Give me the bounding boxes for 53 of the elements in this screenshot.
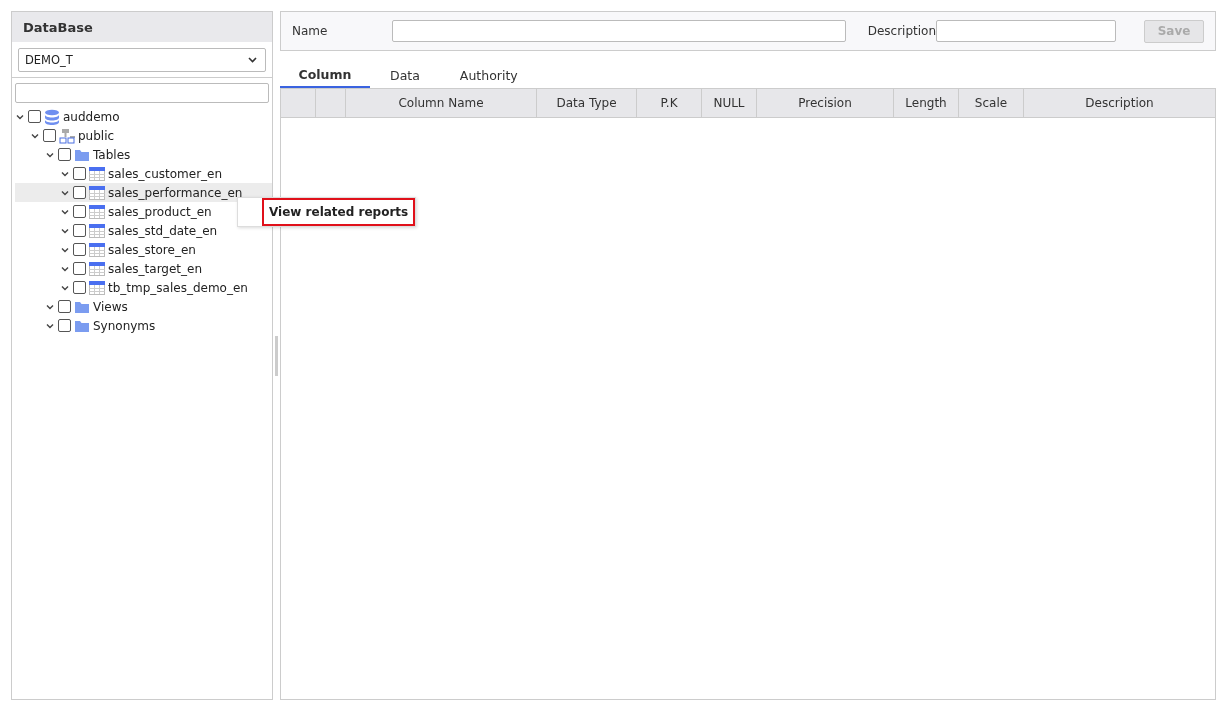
table-icon xyxy=(89,279,105,296)
tree-item-label[interactable]: sales_store_en xyxy=(106,242,196,257)
tab[interactable]: Authority xyxy=(439,63,538,88)
tree-item-label[interactable]: tb_tmp_sales_demo_en xyxy=(106,280,248,295)
column-header[interactable]: NULL xyxy=(702,89,757,117)
column-header[interactable]: Scale xyxy=(959,89,1024,117)
checkbox[interactable] xyxy=(58,148,71,161)
tree-row-highlight[interactable]: sales_performance_en xyxy=(15,183,272,202)
checkbox[interactable] xyxy=(73,167,86,180)
table-icon xyxy=(89,260,105,277)
menu-item[interactable]: View related reports xyxy=(262,198,416,226)
tree-item-label[interactable]: sales_customer_en xyxy=(106,166,223,181)
table-icon xyxy=(89,165,105,182)
checkbox[interactable] xyxy=(28,110,41,123)
table-icon xyxy=(89,203,105,220)
checkbox[interactable] xyxy=(58,300,71,313)
checkbox[interactable] xyxy=(73,281,86,294)
description-field[interactable] xyxy=(936,20,1116,42)
checkbox[interactable] xyxy=(58,319,71,332)
tree-item-label[interactable]: sales_product_en xyxy=(106,204,212,219)
column-header[interactable]: Precision xyxy=(757,89,894,117)
column-header[interactable]: Data Type xyxy=(537,89,637,117)
checkbox[interactable] xyxy=(73,262,86,275)
tree-item-label[interactable]: sales_performance_en xyxy=(106,185,243,200)
column-header[interactable]: P.K xyxy=(637,89,702,117)
chevron-down-icon xyxy=(248,57,257,63)
hierarchy-icon xyxy=(59,127,75,144)
column-header[interactable]: Description xyxy=(1024,89,1215,117)
column-header[interactable]: Length xyxy=(894,89,959,117)
table-icon xyxy=(89,241,105,258)
table-icon xyxy=(89,184,105,201)
checkbox[interactable] xyxy=(73,205,86,218)
tree-item-label[interactable]: sales_target_en xyxy=(106,261,203,276)
checkbox[interactable] xyxy=(73,186,86,199)
table-icon xyxy=(89,222,105,239)
field-label: Description xyxy=(867,24,936,38)
search-field[interactable] xyxy=(15,83,269,103)
tree-item-label[interactable]: Synonyms xyxy=(91,318,156,333)
field-label: Name xyxy=(292,24,328,38)
panel-title: DataBase xyxy=(12,12,272,42)
checkbox[interactable] xyxy=(73,243,86,256)
tree-item-label[interactable]: auddemo xyxy=(61,109,120,124)
database-icon xyxy=(44,108,60,125)
column-header[interactable]: Column Name xyxy=(346,89,537,117)
tree-item-label[interactable]: Tables xyxy=(91,147,131,162)
checkbox[interactable] xyxy=(73,224,86,237)
name-field[interactable] xyxy=(391,20,846,42)
checkbox[interactable] xyxy=(43,129,56,142)
tree-item-label[interactable]: public xyxy=(76,128,115,143)
tab[interactable]: Data xyxy=(370,63,440,88)
tree-item-label[interactable]: sales_std_date_en xyxy=(106,223,218,238)
tree-item-label[interactable]: Views xyxy=(91,299,128,314)
database-dropdown[interactable]: DEMO_T xyxy=(18,48,266,72)
